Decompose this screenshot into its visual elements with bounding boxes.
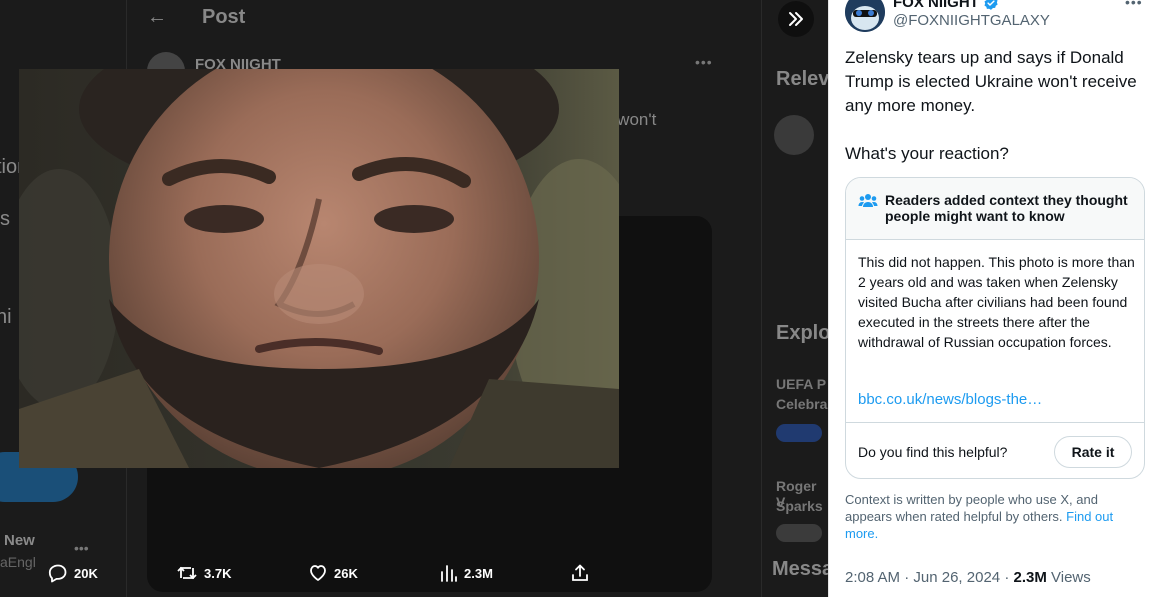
tweet-paragraph: What's your reaction?	[845, 144, 1009, 163]
like-button[interactable]: 26K	[308, 563, 358, 583]
helpful-question: Do you find this helpful?	[858, 444, 1008, 460]
bg-account-more-icon: •••	[74, 540, 89, 556]
author-name: FOX NIIGHT	[893, 0, 979, 11]
community-note-footer: Do you find this helpful? Rate it	[846, 422, 1144, 478]
community-note-heading: Readers added context they thought peopl…	[885, 192, 1128, 224]
meta-separator: ·	[904, 569, 914, 586]
post-views-label: Views	[1051, 569, 1091, 586]
author-handle[interactable]: @FOXNIIGHTGALAXY	[893, 12, 1050, 29]
bg-header-title: Post	[202, 6, 246, 28]
bg-right-avatar	[774, 115, 814, 155]
verified-badge-icon	[984, 0, 998, 10]
bg-nav-fragment: ni	[0, 306, 12, 328]
views-count: 2.3M	[464, 565, 493, 581]
bg-right-avatars	[776, 424, 822, 442]
bg-back-arrow-icon: ←	[147, 6, 167, 28]
bg-right-item: Celebra	[776, 396, 828, 412]
tweet-text: Zelensky tears up and says if Donald Tru…	[845, 46, 1149, 190]
rate-it-button[interactable]: Rate it	[1054, 436, 1132, 468]
repost-count: 3.7K	[204, 565, 232, 581]
post-time[interactable]: 2:08 AM	[845, 569, 900, 586]
more-options-icon[interactable]: •••	[1125, 0, 1143, 10]
community-note-header: Readers added context they thought peopl…	[846, 178, 1144, 240]
bg-more-icon: •••	[695, 54, 713, 70]
background-right-column: Relev Explo UEFA P Celebra Roger V Spark…	[762, 0, 828, 597]
heart-icon	[310, 565, 326, 581]
post-action-bar: 20K 3.7K 26K 2.3M	[0, 555, 828, 591]
community-note-body: This did not happen. This photo is more …	[858, 254, 1135, 350]
post-photo[interactable]	[19, 69, 619, 468]
bg-right-heading: Relev	[776, 68, 828, 90]
collapse-panel-button[interactable]	[778, 1, 814, 37]
repost-icon	[177, 566, 197, 580]
post-date[interactable]: Jun 26, 2024	[913, 569, 1000, 586]
community-note: Readers added context they thought peopl…	[845, 177, 1145, 479]
share-icon	[572, 564, 588, 581]
chevrons-right-icon	[789, 12, 803, 26]
people-icon	[858, 194, 878, 207]
bg-right-item: Sparks	[776, 498, 823, 514]
like-count: 26K	[334, 565, 358, 581]
reply-count: 20K	[74, 565, 98, 581]
tweet-paragraph: Zelensky tears up and says if Donald Tru…	[845, 48, 1137, 115]
community-note-link[interactable]: bbc.co.uk/news/blogs-the…	[858, 391, 1042, 408]
reply-button[interactable]: 20K	[48, 563, 98, 583]
post-detail-panel: FOX NIIGHT @FOXNIIGHTGALAXY ••• Zelensky…	[828, 0, 1156, 597]
bg-right-item: UEFA P	[776, 376, 827, 392]
post-meta: 2:08 AM · Jun 26, 2024 · 2.3M Views	[845, 569, 1091, 586]
reply-icon	[48, 564, 67, 583]
avatar-image	[845, 0, 885, 32]
bg-right-heading: Explo	[776, 322, 828, 344]
author-avatar[interactable]	[845, 0, 885, 32]
context-explainer-text: Context is written by people who use X, …	[845, 492, 1098, 524]
bg-account-name: New	[4, 532, 35, 549]
post-views-count: 2.3M	[1013, 569, 1047, 586]
context-explainer: Context is written by people who use X, …	[845, 491, 1145, 542]
analytics-icon	[441, 565, 457, 582]
photo-illustration	[19, 69, 619, 468]
bg-nav-fragment: s	[0, 208, 10, 230]
repost-button[interactable]: 3.7K	[176, 563, 231, 583]
share-button[interactable]	[570, 563, 590, 583]
views-button[interactable]: 2.3M	[440, 563, 493, 583]
author-name-row[interactable]: FOX NIIGHT	[893, 0, 999, 11]
bg-right-avatars	[776, 524, 822, 542]
